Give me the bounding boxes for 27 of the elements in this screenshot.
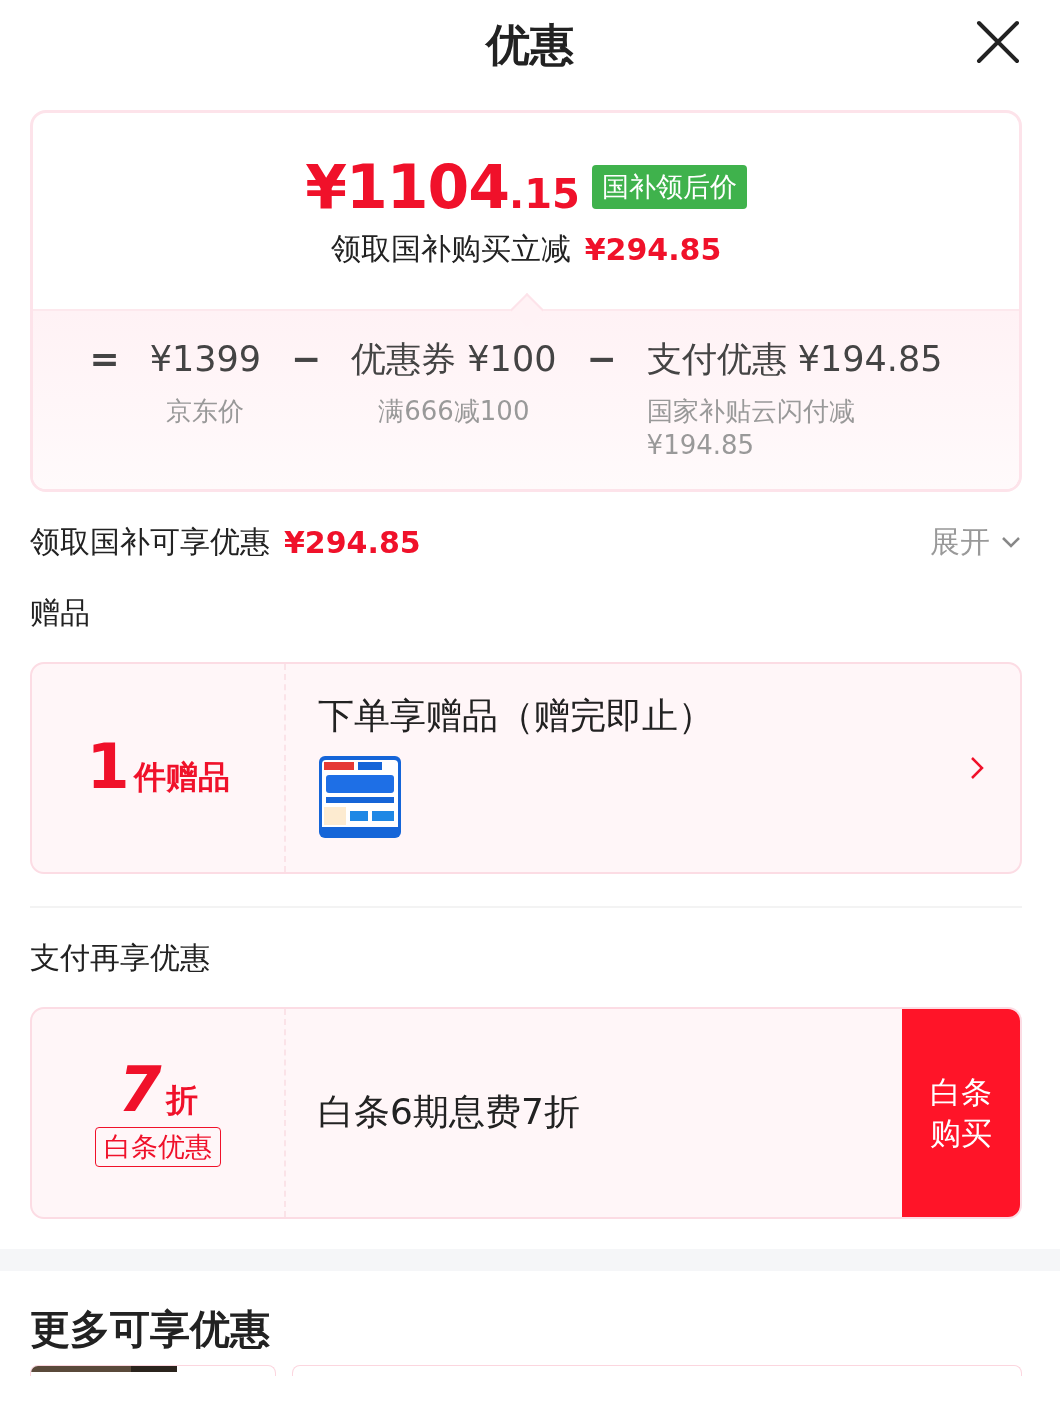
- savings-amount: ¥294.85: [584, 232, 722, 267]
- offer-description: 白条6期息费7折: [318, 1090, 580, 1135]
- operator-sign: −: [291, 337, 322, 381]
- operator-sign: −: [586, 337, 617, 381]
- price-badge: 国补领后价: [591, 164, 747, 210]
- section-heading: 更多可享优惠: [30, 1304, 271, 1353]
- component-label: 国家补贴云闪付减¥194.85: [646, 395, 856, 462]
- operator-sign: =: [89, 337, 120, 381]
- gift-count: 1 件赠品: [86, 735, 230, 800]
- section-heading: 支付再享优惠: [30, 938, 211, 977]
- section-heading: 赠品: [30, 593, 91, 632]
- price-component: 支付优惠 ¥194.85: [646, 338, 943, 381]
- subsidy-label: 领取国补可享优惠: [30, 522, 270, 561]
- buy-button[interactable]: 白条购买: [902, 1008, 1020, 1217]
- component-label: 满666减100: [378, 395, 530, 428]
- savings-label: 领取国补购买立减: [330, 230, 571, 268]
- gift-card[interactable]: 1 件赠品 下单享赠品（赠完即止）: [30, 661, 1022, 874]
- component-label: 京东价: [166, 395, 245, 428]
- subsidy-amount: ¥294.85: [284, 524, 421, 560]
- discount-tag: 白条优惠: [95, 1126, 221, 1167]
- gift-title: 下单享赠品（赠完即止）: [318, 693, 715, 738]
- page-title: 优惠: [486, 23, 574, 67]
- discount-value: 7折: [118, 1058, 198, 1123]
- expand-toggle[interactable]: 展开: [930, 521, 1022, 563]
- price-text: ¥1104.15: [305, 157, 580, 217]
- price-component: ¥1399: [149, 338, 262, 381]
- price-component: 优惠券 ¥100: [351, 338, 557, 381]
